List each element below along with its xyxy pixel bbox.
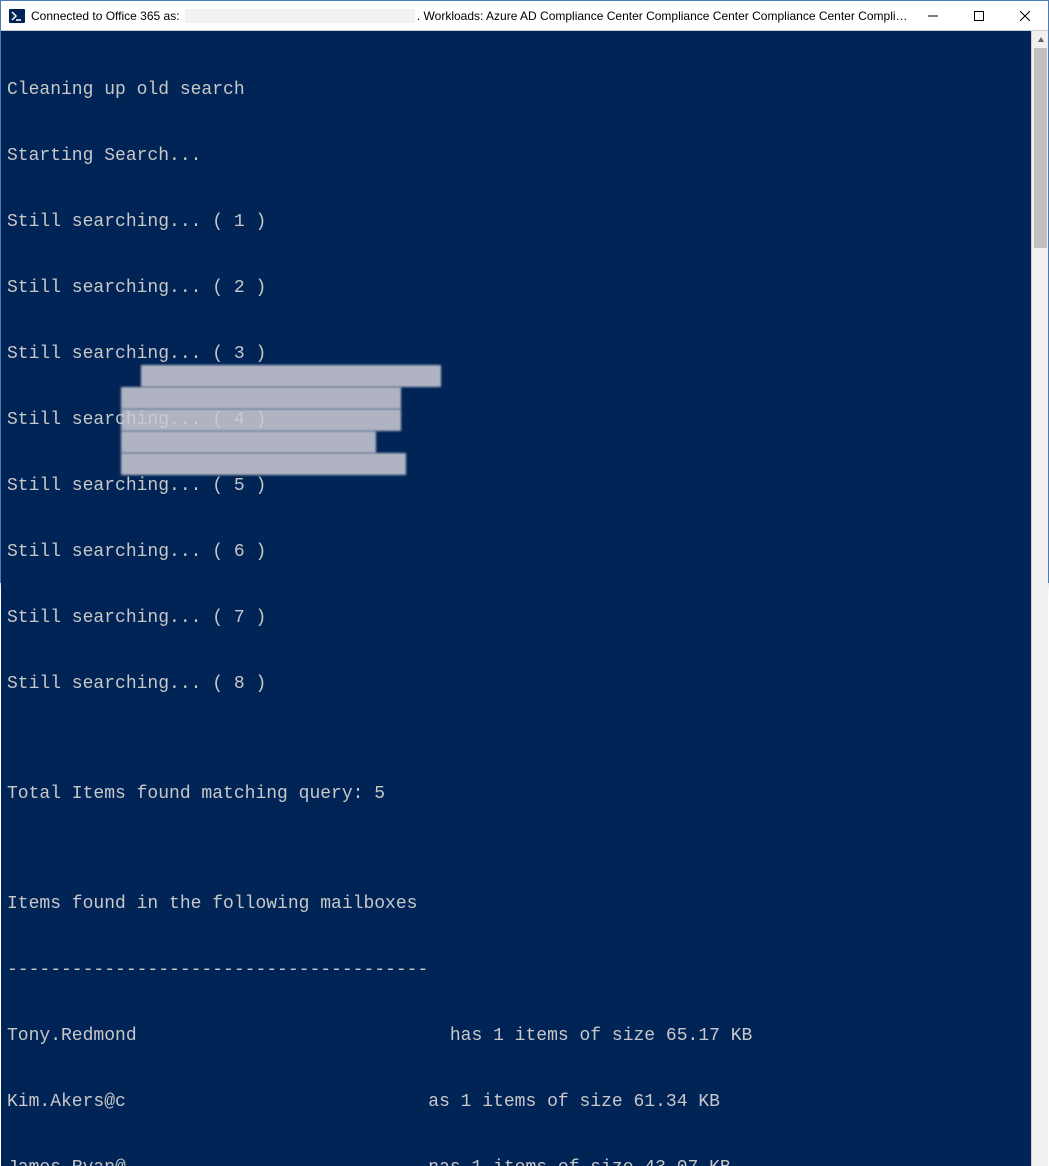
window-controls [910, 1, 1048, 31]
window-title: Connected to Office 365 as: . Workloads:… [31, 1, 910, 31]
console-line: Still searching... ( 2 ) [7, 277, 1025, 299]
redacted-block [121, 431, 376, 453]
redacted-username [185, 9, 415, 23]
console-line: Still searching... ( 8 ) [7, 673, 1025, 695]
console-line: Still searching... ( 5 ) [7, 475, 1025, 497]
minimize-button[interactable] [910, 1, 956, 31]
close-button[interactable] [1002, 1, 1048, 31]
console-line: --------------------------------------- [7, 959, 1025, 981]
title-prefix: Connected to Office 365 as: [31, 9, 183, 23]
console-line: Items found in the following mailboxes [7, 893, 1025, 915]
redacted-block [121, 453, 406, 475]
powershell-icon [9, 8, 25, 24]
console-line: Cleaning up old search [7, 79, 1025, 101]
console-line: Still searching... ( 1 ) [7, 211, 1025, 233]
redacted-block [121, 387, 401, 409]
titlebar[interactable]: Connected to Office 365 as: . Workloads:… [1, 1, 1048, 31]
console-line: Kim.Akers@c as 1 items of size 61.34 KB [7, 1091, 1025, 1113]
redacted-block [121, 409, 401, 431]
scrollbar[interactable] [1031, 31, 1048, 1166]
powershell-window: Connected to Office 365 as: . Workloads:… [0, 0, 1049, 583]
console-output[interactable]: Cleaning up old search Starting Search..… [1, 31, 1031, 1166]
console-line: Still searching... ( 6 ) [7, 541, 1025, 563]
console-line: Still searching... ( 3 ) [7, 343, 1025, 365]
console-line: James.Ryan@ nas 1 items of size 43.07 KB [7, 1157, 1025, 1166]
maximize-button[interactable] [956, 1, 1002, 31]
redacted-block [141, 365, 441, 387]
console-area: Cleaning up old search Starting Search..… [1, 31, 1048, 1166]
console-line: Tony.Redmond has 1 items of size 65.17 K… [7, 1025, 1025, 1047]
scroll-up-button[interactable] [1032, 31, 1049, 48]
console-line: Starting Search... [7, 145, 1025, 167]
console-line: Total Items found matching query: 5 [7, 783, 1025, 805]
scroll-thumb[interactable] [1034, 48, 1047, 248]
title-suffix: . Workloads: Azure AD Compliance Center … [417, 9, 910, 23]
console-line: Still searching... ( 7 ) [7, 607, 1025, 629]
